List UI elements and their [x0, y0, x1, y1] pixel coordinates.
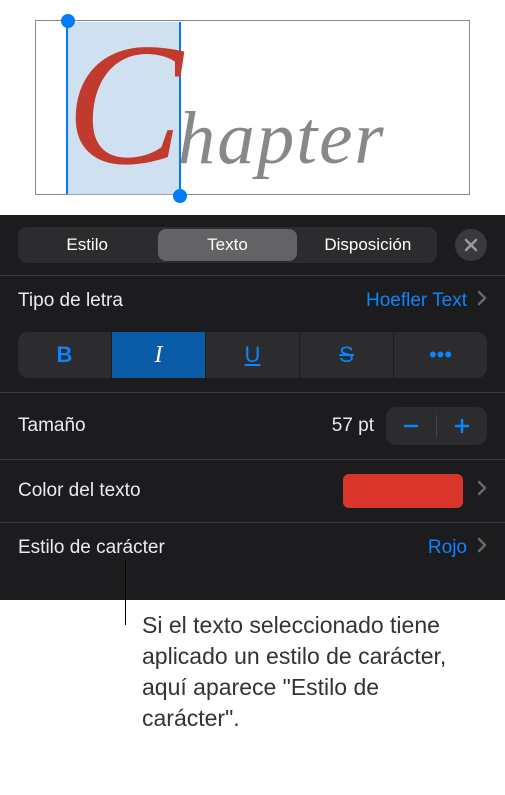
- drop-cap-letter: C: [66, 34, 183, 174]
- size-label: Tamaño: [18, 415, 86, 437]
- size-decrease-button[interactable]: [386, 407, 436, 445]
- size-row: Tamaño 57 pt: [0, 393, 505, 459]
- tab-layout[interactable]: Disposición: [299, 229, 437, 261]
- font-value: Hoefler Text: [366, 290, 467, 312]
- bold-button[interactable]: B: [18, 332, 111, 378]
- chevron-right-icon: [477, 537, 487, 559]
- callout-line: [125, 560, 126, 625]
- format-panel: Estilo Texto Disposición Tipo de letra H…: [0, 215, 505, 600]
- chevron-right-icon: [477, 480, 487, 502]
- tab-text[interactable]: Texto: [158, 229, 296, 261]
- underline-button[interactable]: U: [206, 332, 299, 378]
- canvas-area: C hapter: [0, 0, 505, 215]
- tab-style[interactable]: Estilo: [18, 229, 156, 261]
- text-style-buttons: B I U S •••: [0, 326, 505, 392]
- font-value-group: Hoefler Text: [366, 290, 487, 312]
- segmented-control: Estilo Texto Disposición: [18, 227, 437, 263]
- character-style-label: Estilo de carácter: [18, 537, 165, 559]
- plus-icon: [453, 417, 471, 435]
- minus-icon: [402, 417, 420, 435]
- font-label: Tipo de letra: [18, 290, 123, 312]
- text-color-value-group: [343, 474, 487, 508]
- annotation-caption: Si el texto seleccionado tiene aplicado …: [142, 610, 482, 734]
- font-row[interactable]: Tipo de letra Hoefler Text: [0, 276, 505, 326]
- more-styles-button[interactable]: •••: [394, 332, 487, 378]
- chevron-right-icon: [477, 290, 487, 312]
- close-icon: [464, 238, 478, 252]
- text-frame[interactable]: C hapter: [35, 20, 470, 195]
- text-color-row[interactable]: Color del texto: [0, 460, 505, 522]
- character-style-row[interactable]: Estilo de carácter Rojo: [0, 523, 505, 573]
- character-style-value: Rojo: [428, 537, 467, 559]
- character-style-value-group: Rojo: [428, 537, 487, 559]
- size-increase-button[interactable]: [437, 407, 487, 445]
- color-swatch[interactable]: [343, 474, 463, 508]
- close-panel-button[interactable]: [455, 229, 487, 261]
- italic-button[interactable]: I: [112, 332, 205, 378]
- size-value: 57 pt: [332, 415, 374, 437]
- sample-text[interactable]: C hapter: [66, 34, 386, 182]
- rest-of-word: hapter: [178, 96, 386, 182]
- size-stepper-group: 57 pt: [332, 407, 487, 445]
- text-color-label: Color del texto: [18, 480, 141, 502]
- panel-tab-bar: Estilo Texto Disposición: [0, 215, 505, 275]
- strikethrough-button[interactable]: S: [300, 332, 393, 378]
- size-stepper: [386, 407, 487, 445]
